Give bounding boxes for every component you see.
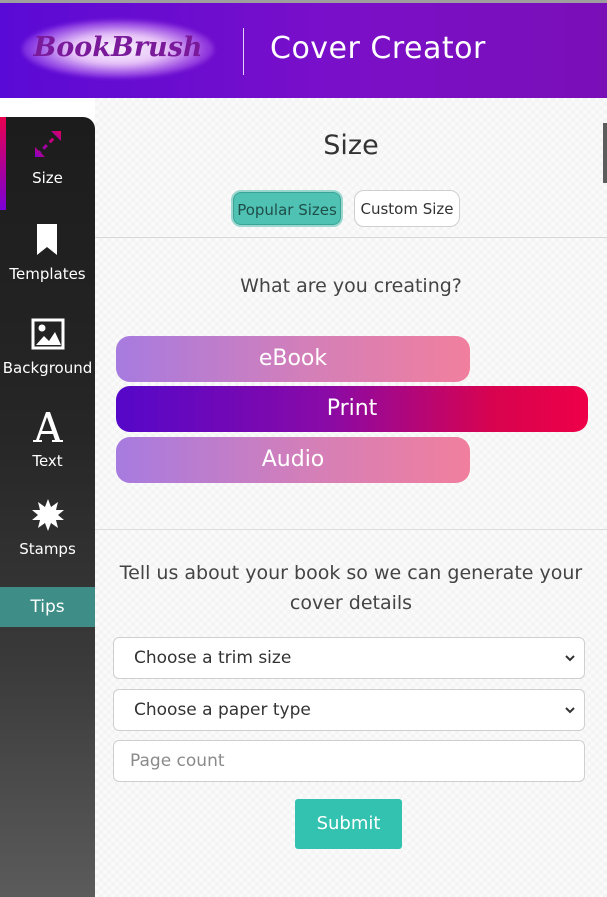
print-option-button[interactable]: Print — [116, 386, 588, 432]
page-count-input[interactable]: Page count — [113, 740, 585, 782]
audio-option-button[interactable]: Audio — [116, 437, 470, 483]
ebook-option-button[interactable]: eBook — [116, 336, 470, 382]
divider — [95, 237, 607, 238]
page-count-placeholder: Page count — [130, 751, 225, 771]
sidebar-item-label: Stamps — [19, 540, 76, 558]
sidebar-item-text[interactable]: Text — [0, 410, 95, 470]
trim-size-select-value: Choose a trim size — [134, 648, 292, 668]
app-title: Cover Creator — [270, 31, 486, 66]
sidebar-item-background[interactable]: Background — [0, 317, 95, 377]
popular-sizes-tab[interactable]: Popular Sizes — [231, 190, 343, 227]
size-panel: Size Popular Sizes Custom Size What are … — [95, 98, 607, 897]
sidebar-item-label: Size — [32, 169, 63, 187]
paper-type-select[interactable]: Choose a paper type — [113, 689, 585, 731]
page-title: Size — [323, 130, 379, 161]
sidebar-item-label: Text — [32, 452, 63, 470]
sidebar-item-size[interactable]: Size — [0, 127, 95, 187]
bookbrush-logo[interactable]: BookBrush — [22, 20, 214, 78]
header-divider — [243, 28, 244, 75]
sidebar: Size Templates Background Text Stamps Ti… — [0, 117, 95, 897]
details-prompt: Tell us about your book so we can genera… — [119, 562, 583, 614]
chevron-down-icon — [565, 655, 575, 662]
custom-size-tab[interactable]: Custom Size — [354, 190, 460, 227]
submit-button[interactable]: Submit — [295, 799, 402, 849]
trim-size-select[interactable]: Choose a trim size — [113, 637, 585, 679]
starburst-icon — [31, 499, 64, 531]
resize-arrows-icon — [34, 131, 61, 157]
letter-a-icon — [32, 412, 63, 442]
creation-question: What are you creating? — [240, 275, 462, 297]
tips-button[interactable]: Tips — [0, 587, 95, 627]
sidebar-item-stamps[interactable]: Stamps — [0, 498, 95, 558]
sidebar-item-label: Background — [2, 359, 93, 377]
divider — [95, 529, 607, 530]
chevron-down-icon — [565, 707, 575, 714]
sidebar-item-label: Templates — [9, 265, 86, 283]
image-icon — [31, 318, 64, 350]
bookmark-icon — [36, 224, 57, 255]
paper-type-select-value: Choose a paper type — [134, 700, 311, 720]
app-header: BookBrush Cover Creator — [0, 3, 607, 98]
sidebar-item-templates[interactable]: Templates — [0, 223, 95, 283]
logo-text: BookBrush — [33, 32, 203, 63]
